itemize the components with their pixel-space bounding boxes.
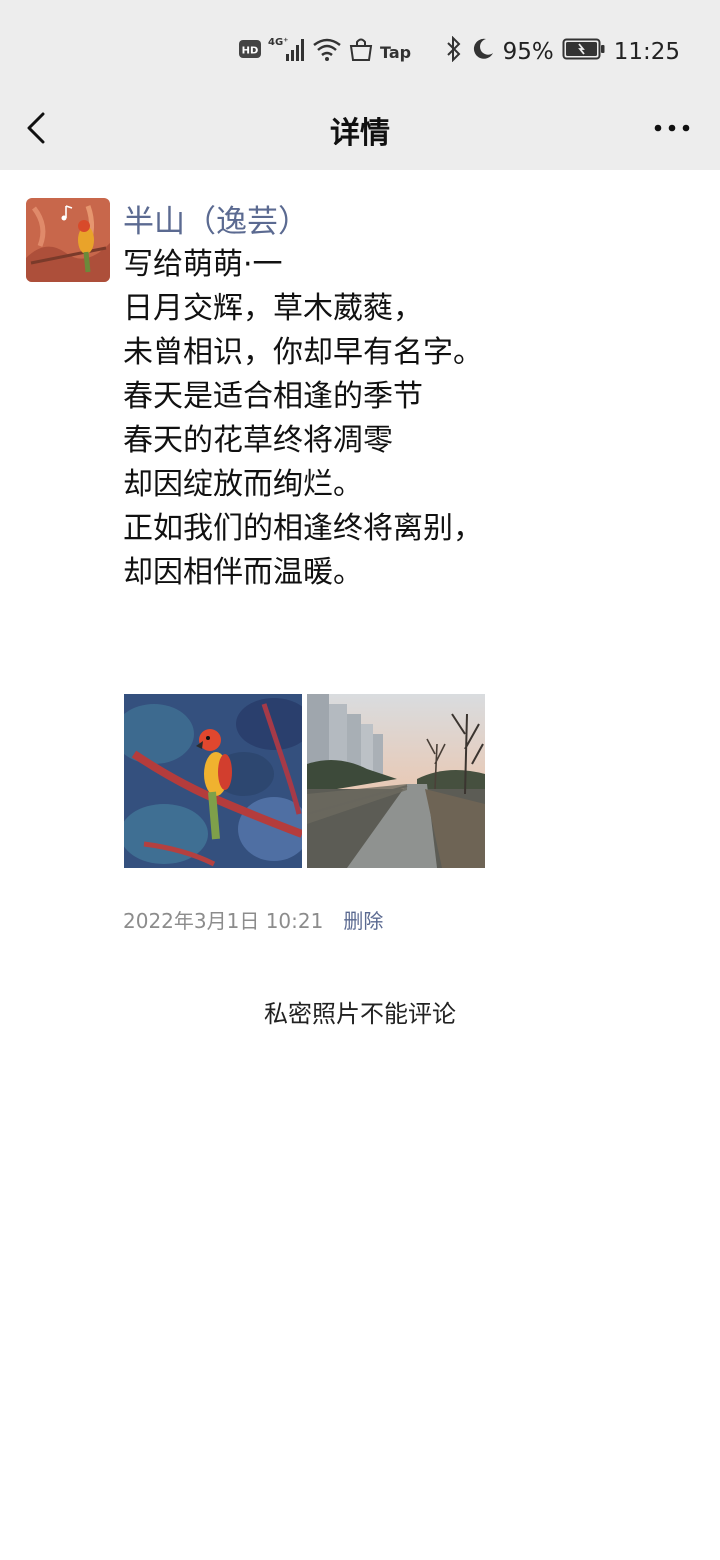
post-line: 日月交辉，草木葳蕤， bbox=[123, 291, 423, 326]
post-line: 却因相伴而温暖。 bbox=[123, 555, 363, 590]
wifi-icon bbox=[312, 36, 342, 68]
top-bar: HD 4G⁺ Tap 95% 11:25 详情 bbox=[0, 0, 720, 170]
status-left-icons: HD 4G⁺ Tap bbox=[238, 36, 411, 68]
more-button[interactable] bbox=[652, 108, 692, 148]
private-comment-notice: 私密照片不能评论 bbox=[264, 1000, 456, 1028]
hd-label: HD bbox=[242, 46, 259, 57]
hd-icon: HD bbox=[238, 38, 262, 66]
post-line: 春天的花草终将凋零 bbox=[123, 423, 393, 458]
bag-icon bbox=[348, 36, 374, 68]
moon-icon bbox=[471, 37, 495, 67]
post-meta: 2022年3月1日 10:21 删除 bbox=[123, 905, 383, 934]
post-line: 未曾相识，你却早有名字。 bbox=[123, 335, 483, 370]
post-line: 正如我们的相逢终将离别， bbox=[123, 511, 483, 546]
page-title: 详情 bbox=[330, 116, 390, 151]
post-text: 写给萌萌·一 日月交辉，草木葳蕤， 未曾相识，你却早有名字。 春天是适合相逢的季… bbox=[123, 243, 683, 595]
status-bar: HD 4G⁺ Tap 95% 11:25 bbox=[0, 0, 720, 100]
network-type-label: 4G⁺ bbox=[268, 37, 288, 48]
post-line: 写给萌萌·一 bbox=[123, 247, 283, 282]
post-line: 却因绽放而绚烂。 bbox=[123, 467, 363, 502]
back-button[interactable] bbox=[16, 106, 60, 150]
delete-button[interactable]: 删除 bbox=[343, 905, 383, 934]
clock: 11:25 bbox=[613, 39, 680, 65]
battery-icon bbox=[562, 37, 606, 67]
tap-label: Tap bbox=[380, 42, 412, 62]
post-photo-parrot[interactable] bbox=[124, 694, 302, 868]
more-dots-icon bbox=[654, 124, 690, 132]
avatar[interactable] bbox=[26, 198, 110, 282]
chevron-left-icon bbox=[27, 112, 45, 144]
post-line: 春天是适合相逢的季节 bbox=[123, 379, 423, 414]
post-photo-walkway[interactable] bbox=[307, 694, 485, 868]
post-author[interactable]: 半山（逸芸） bbox=[123, 196, 309, 241]
battery-percent: 95% bbox=[502, 39, 554, 65]
signal-icon: 4G⁺ bbox=[268, 35, 306, 69]
navigation-bar: 详情 bbox=[0, 100, 720, 170]
post-timestamp: 2022年3月1日 10:21 bbox=[123, 909, 324, 933]
status-right-icons: 95% 11:25 bbox=[445, 35, 680, 68]
bluetooth-icon bbox=[445, 35, 463, 68]
